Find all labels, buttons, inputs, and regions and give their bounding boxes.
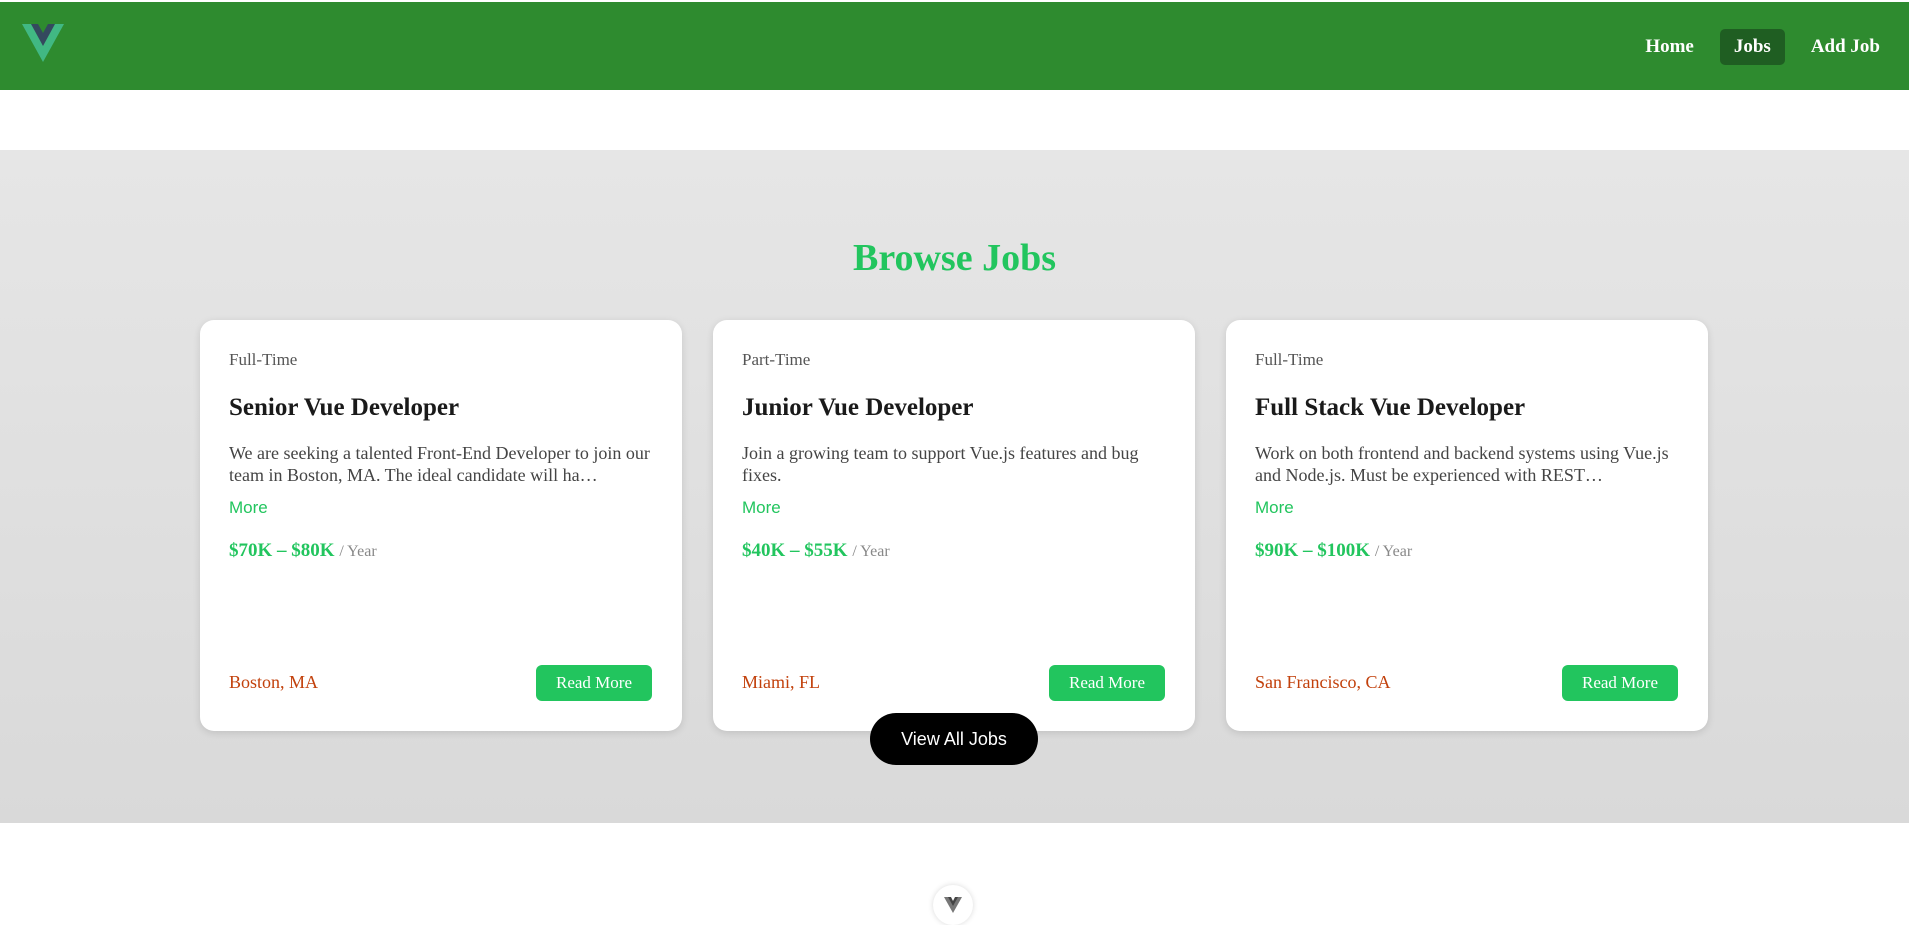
job-title: Senior Vue Developer — [229, 394, 460, 421]
job-type: Full-Time — [1255, 350, 1324, 369]
top-navbar: Home Jobs Add Job — [0, 2, 1909, 90]
job-salary: $70K – $80K / Year — [229, 540, 377, 562]
nav-home-link[interactable]: Home — [1631, 29, 1708, 65]
view-all-jobs-button[interactable]: View All Jobs — [870, 713, 1038, 765]
job-description: Join a growing team to support Vue.js fe… — [742, 443, 1139, 485]
main-nav: Home Jobs Add Job — [1631, 29, 1894, 65]
more-toggle-button[interactable]: More — [742, 498, 781, 518]
more-toggle-button[interactable]: More — [1255, 498, 1294, 518]
job-description: Work on both frontend and backend system… — [1255, 443, 1669, 485]
salary-range: $90K – $100K — [1255, 540, 1371, 561]
nav-jobs-link[interactable]: Jobs — [1719, 29, 1785, 65]
job-location: Boston, MA — [229, 672, 319, 692]
job-title: Junior Vue Developer — [742, 394, 974, 421]
salary-unit: / Year — [1374, 543, 1413, 560]
more-toggle-button[interactable]: More — [229, 498, 268, 518]
job-card: Full-Time Senior Vue Developer We are se… — [200, 320, 682, 731]
browse-jobs-title: Browse Jobs — [852, 237, 1057, 279]
job-type: Full-Time — [229, 350, 298, 369]
job-description: We are seeking a talented Front-End Deve… — [229, 443, 650, 485]
salary-unit: / Year — [852, 543, 890, 560]
salary-unit: / Year — [339, 543, 377, 560]
read-more-button[interactable]: Read More — [1562, 665, 1678, 701]
read-more-button[interactable]: Read More — [536, 665, 652, 701]
job-card: Full-Time Full Stack Vue Developer Work … — [1226, 320, 1708, 731]
salary-range: $40K – $55K — [742, 540, 848, 561]
vue-devtools-icon[interactable] — [933, 885, 973, 925]
read-more-button[interactable]: Read More — [1049, 665, 1165, 701]
job-type: Part-Time — [742, 350, 811, 369]
salary-range: $70K – $80K — [229, 540, 335, 561]
job-salary: $90K – $100K / Year — [1255, 540, 1412, 562]
vue-logo-icon[interactable] — [22, 22, 64, 64]
job-location: Miami, FL — [742, 672, 821, 692]
nav-add-job-link[interactable]: Add Job — [1797, 29, 1894, 65]
job-title: Full Stack Vue Developer — [1255, 394, 1526, 421]
job-card: Part-Time Junior Vue Developer Join a gr… — [713, 320, 1195, 731]
job-salary: $40K – $55K / Year — [742, 540, 890, 562]
browse-jobs-section: Browse Jobs Full-Time Senior Vue Develop… — [0, 150, 1909, 823]
job-location: San Francisco, CA — [1255, 672, 1391, 692]
